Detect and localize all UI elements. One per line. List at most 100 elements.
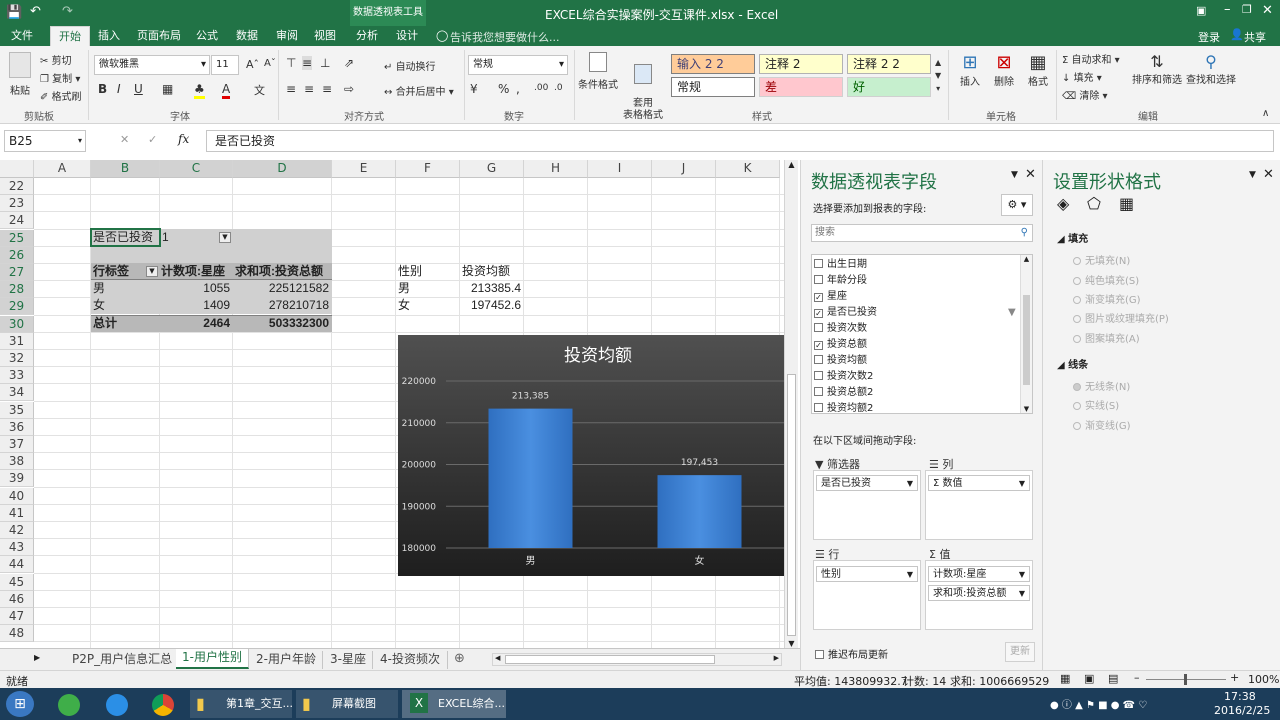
align-center-icon[interactable]: ≡ [304,82,314,96]
row-header[interactable]: 31 [0,332,34,350]
fill-section-header[interactable]: ◢ 填充 [1057,230,1088,245]
worksheet-grid[interactable]: A B C D E F G H I J K 22 23 24 25 26 27 28 29 30… [0,160,800,648]
column-header-d[interactable]: D [233,160,332,178]
underline-icon[interactable]: U [134,82,143,96]
prev-sheet-icon[interactable]: ▶ [34,653,40,662]
effects-tab-icon[interactable]: ⬠ [1087,194,1101,213]
start-button[interactable]: ⊞ [6,691,34,717]
rows-area[interactable]: 性别 ▼ [813,560,921,630]
sheet-tab-zodiac[interactable]: 3-星座 [324,651,373,669]
tell-me-box[interactable]: 告诉我您想要做什么... [450,29,560,45]
tab-design[interactable]: 设计 [390,26,424,46]
row-header[interactable]: 33 [0,367,34,385]
taskbar-item-folder-1[interactable]: 第1章_交互... [190,690,293,718]
row-header[interactable]: 44 [0,556,34,574]
font-size-select[interactable]: 11 [211,55,239,75]
save-icon[interactable]: 💾 [6,5,22,20]
defer-update-checkbox[interactable]: 推迟布局更新 [815,646,888,661]
scroll-thumb[interactable] [787,374,796,636]
checkbox-icon[interactable] [814,403,823,412]
sort-filter-button[interactable]: ⇅ 排序和筛选 [1132,52,1182,86]
format-painter-button[interactable]: ✐ 格式刷 [40,88,82,103]
comma-icon[interactable]: , [516,82,520,96]
field-item[interactable]: ✓ 星座 [814,289,847,305]
page-break-view-icon[interactable]: ▤ [1108,672,1118,685]
clear-button[interactable]: ⌫ 清除 ▾ [1062,87,1108,102]
row-header[interactable]: 34 [0,384,34,402]
decrease-decimal-icon[interactable]: .0 [554,83,563,93]
row-header[interactable]: 24 [0,212,34,230]
fill-color-icon[interactable]: ♣ [194,82,205,99]
scroll-right-icon[interactable]: ▶ [774,654,779,662]
share-button[interactable]: 共享 [1244,29,1266,45]
number-format-select[interactable]: 常规 ▾ [468,55,568,75]
row-field-gender[interactable]: 性别 ▼ [816,566,918,582]
shrink-font-icon[interactable]: Aˇ [264,58,276,69]
line-option-solid[interactable]: 实线(S) [1073,397,1119,412]
font-name-select[interactable]: 微软雅黑 ▾ [94,55,210,75]
fill-line-tab-icon[interactable]: ◈ [1057,194,1069,213]
tab-file[interactable]: 文件 [2,26,42,46]
field-list[interactable]: 出生日期 年龄分段 ✓ 星座 ✓ 是否已投资 投资次数 ✓ 投资总额 投资均额 投资次数2 投资总额2… [811,254,1033,414]
row-header[interactable]: 48 [0,625,34,643]
clock-time[interactable]: 17:38 [1224,690,1256,703]
checked-checkbox-icon[interactable]: ✓ [814,309,823,318]
filters-area[interactable]: 是否已投资 ▼ [813,470,921,540]
style-good[interactable]: 好 [847,77,931,97]
restore-icon[interactable]: ❐ [1242,3,1252,16]
row-header[interactable]: 25 [0,229,34,247]
app-icon-green[interactable] [58,694,80,716]
column-header-h[interactable]: H [524,160,588,178]
row-header[interactable]: 28 [0,281,34,299]
sheet-tab-age[interactable]: 2-用户年龄 [250,651,323,669]
close-icon[interactable]: ✕ [1262,3,1273,18]
bold-icon[interactable]: B [98,82,107,96]
styles-scroll-icon[interactable]: ▲ ▼ ▾ [935,56,941,95]
fill-option-pattern[interactable]: 图案填充(A) [1073,330,1140,345]
row-header[interactable]: 37 [0,436,34,453]
style-input-22[interactable]: 输入 2 2 [671,54,755,74]
row-header[interactable]: 36 [0,418,34,436]
field-item[interactable]: 出生日期 [814,257,867,273]
insert-cells-button[interactable]: ⊞ 插入 [956,52,984,88]
grow-font-icon[interactable]: Aˆ [246,58,259,71]
field-item[interactable]: 投资次数2 [814,369,873,385]
update-button[interactable]: 更新 [1005,642,1035,662]
formula-input[interactable]: 是否已投资 [206,130,1274,152]
active-cell-b25[interactable] [90,228,161,247]
checked-checkbox-icon[interactable]: ✓ [814,341,823,350]
format-cells-button[interactable]: ▦ 格式 [1024,52,1052,88]
line-option-none[interactable]: 无线条(N) [1073,378,1130,393]
checkbox-icon[interactable] [814,387,823,396]
font-color-icon[interactable]: A [222,82,231,99]
size-properties-tab-icon[interactable]: ▦ [1119,194,1134,213]
column-header-f[interactable]: F [396,160,460,178]
enter-icon[interactable]: ✓ [148,133,157,146]
add-sheet-icon[interactable]: ⊕ [454,651,465,666]
horizontal-scrollbar[interactable]: ◀ ▶ [492,653,782,666]
tab-analyze[interactable]: 分析 [350,26,384,46]
zoom-in-icon[interactable]: + [1230,671,1239,684]
row-header[interactable]: 32 [0,350,34,367]
line-section-header[interactable]: ◢ 线条 [1057,356,1088,371]
field-item[interactable]: 投资均额 [814,353,867,369]
filter-dropdown-icon[interactable]: ▼ [219,232,231,243]
row-header[interactable]: 42 [0,522,34,539]
indent-icon[interactable]: ⇨ [344,82,354,96]
field-item[interactable]: 投资次数 [814,321,867,337]
field-item[interactable]: 投资均额2 [814,401,873,417]
sheet-tab-p2p[interactable]: P2P_用户信息汇总 [66,651,180,669]
taskbar-item-screenshots[interactable]: 屏幕截图 [296,690,398,718]
row-header[interactable]: 23 [0,195,34,213]
merge-center-button[interactable]: ↔ 合并后居中 ▾ [384,83,454,98]
border-icon[interactable]: ▦ [162,82,173,96]
cut-button[interactable]: ✂ 剪切 [40,52,72,67]
filter-field-invested[interactable]: 是否已投资 ▼ [816,475,918,491]
field-list-scrollbar[interactable]: ▲ ▼ [1020,255,1032,413]
fill-option-picture[interactable]: 图片或纹理填充(P) [1073,310,1169,325]
tab-home[interactable]: 开始 [50,26,90,46]
avg-investment-chart[interactable]: 投资均额 180000 190000 200000 210000 220000 213,3… [398,335,784,576]
name-box[interactable]: B25 ▾ [4,130,86,152]
row-header[interactable]: 41 [0,504,34,522]
shape-pane-close-icon[interactable]: ✕ [1263,167,1274,182]
